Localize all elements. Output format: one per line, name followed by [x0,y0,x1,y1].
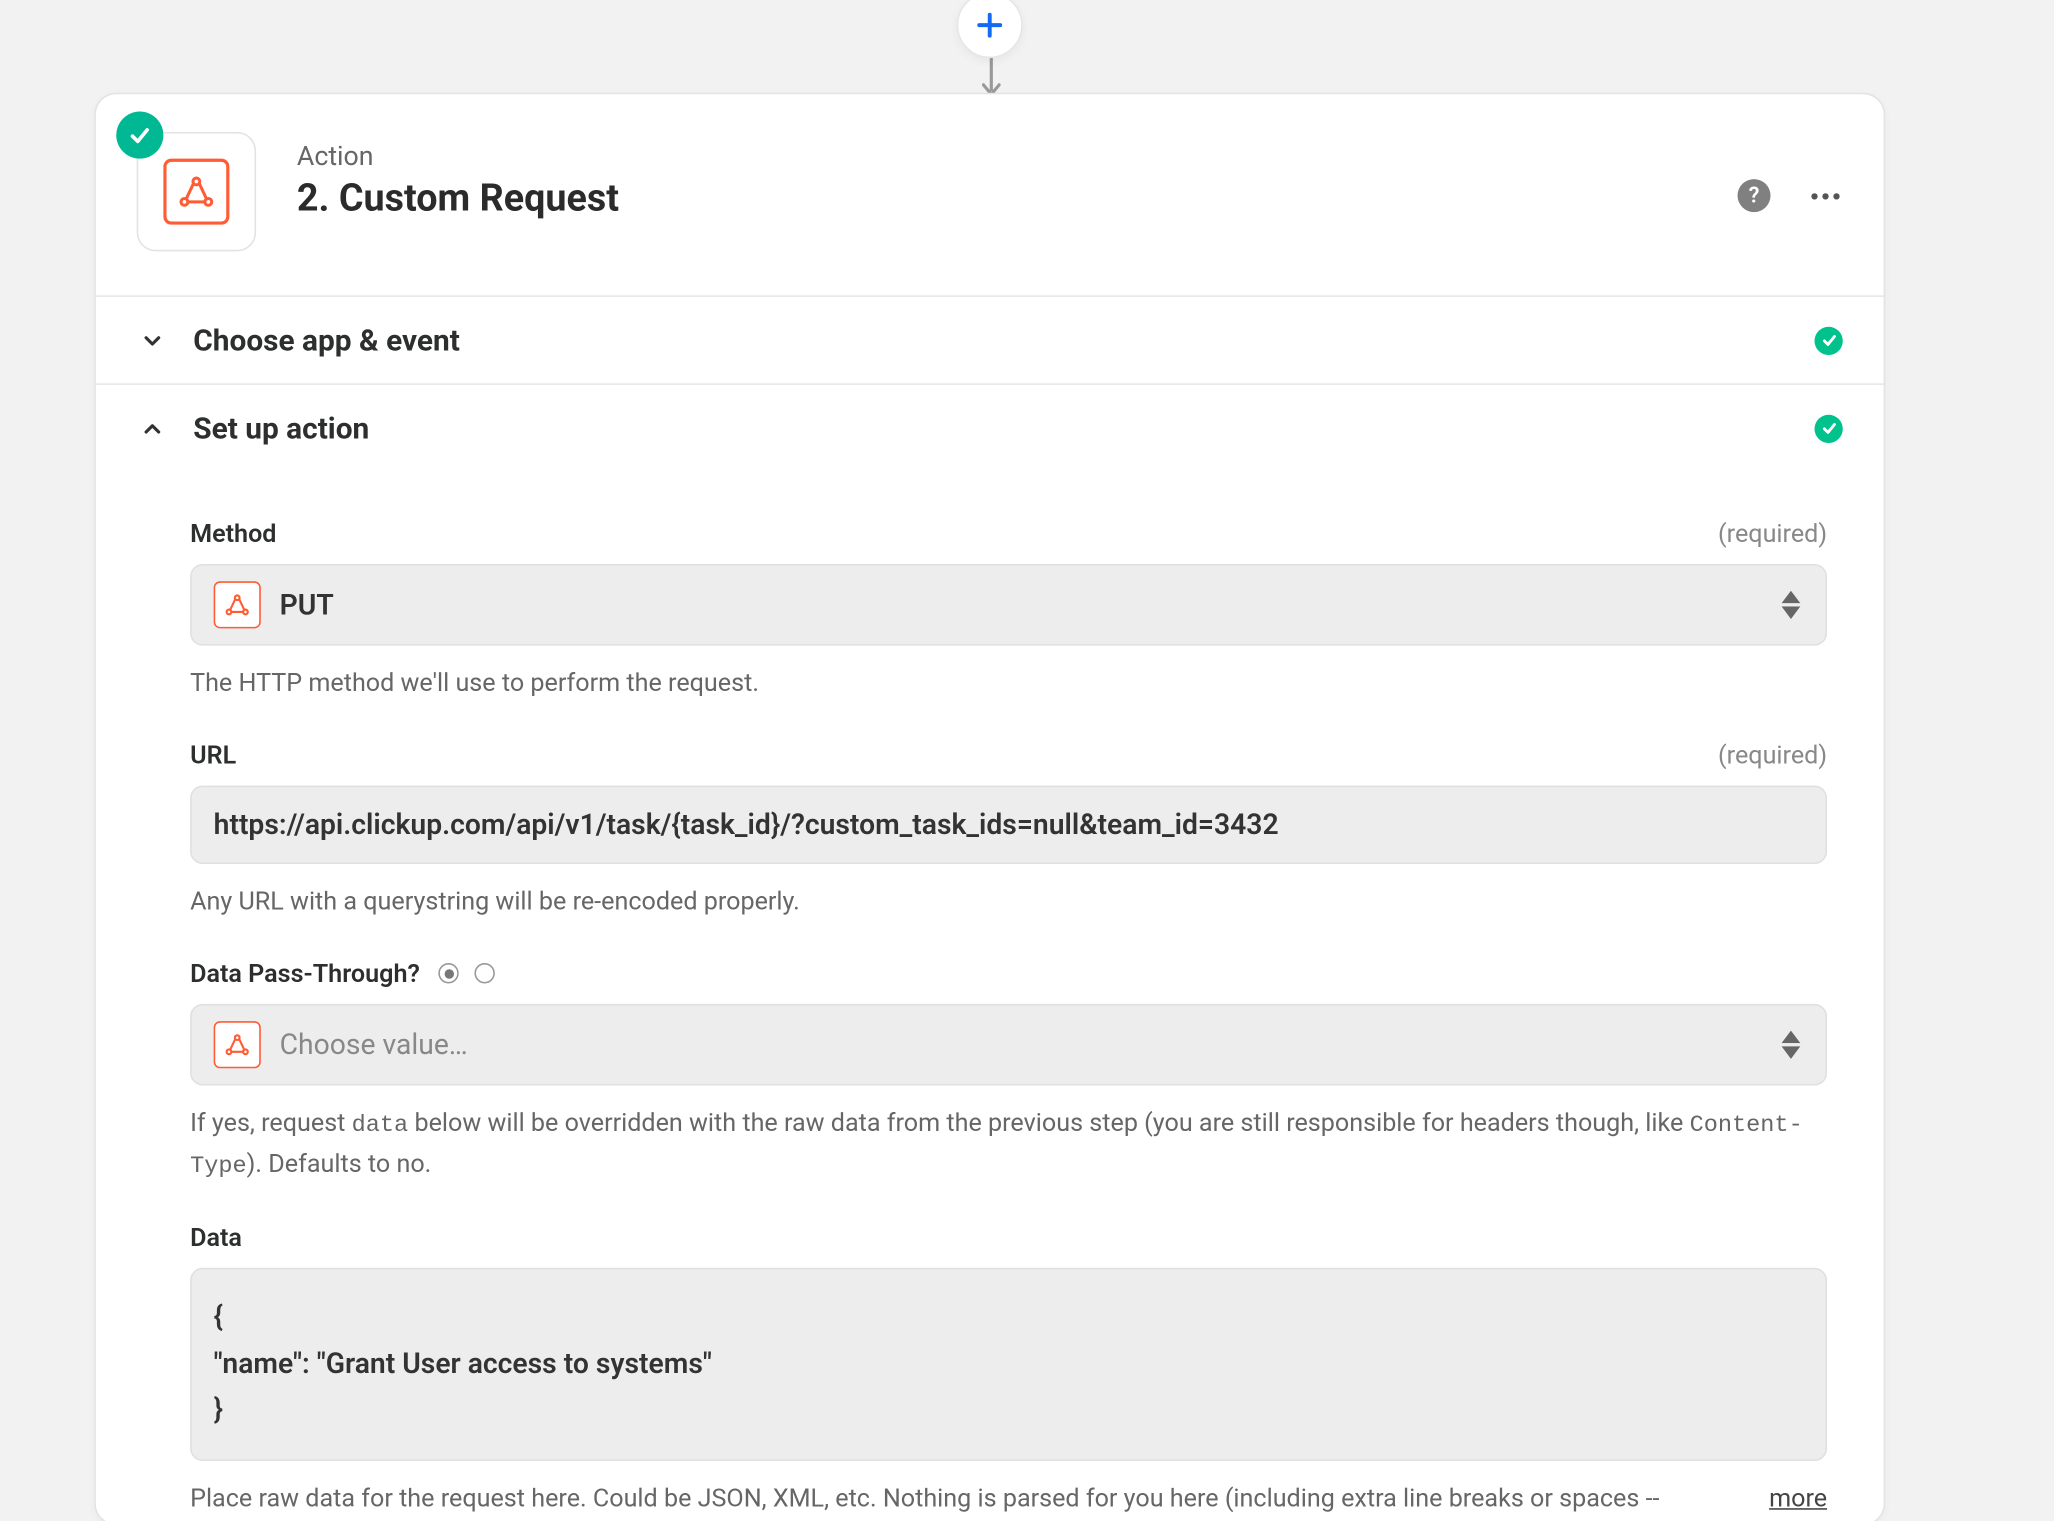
more-link[interactable]: more [1769,1480,1827,1518]
method-helper: The HTTP method we'll use to perform the… [190,665,1827,703]
url-helper: Any URL with a querystring will be re-en… [190,883,1827,921]
passthrough-helper: If yes, request data below will be overr… [190,1104,1827,1184]
passthrough-label: Data Pass-Through? [190,958,495,988]
choose-app-event-section-header[interactable]: Choose app & event [96,297,1884,385]
select-sort-icon [1782,591,1801,619]
step-subtitle: Action [297,141,619,172]
step-title: 2. Custom Request [297,176,619,220]
select-sort-icon [1782,1031,1801,1059]
plus-icon [974,9,1005,40]
data-line: { [214,1295,1804,1342]
url-label: URL [190,740,236,770]
chevron-down-icon [137,324,168,355]
url-input[interactable]: https://api.clickup.com/api/v1/task/{tas… [190,786,1827,865]
setup-action-body: Method (required) PUT [96,518,1884,1521]
webhook-icon [214,1021,261,1068]
url-value: https://api.clickup.com/api/v1/task/{tas… [214,808,1279,841]
required-tag: (required) [1718,740,1827,770]
app-icon [137,132,256,251]
passthrough-field-group: Data Pass-Through? Choose v [190,958,1827,1184]
section-complete-badge [1815,414,1843,442]
method-value: PUT [280,588,334,621]
data-label: Data [190,1222,242,1252]
data-line: "name": "Grant User access to systems" [214,1341,1804,1388]
webhook-icon [176,171,217,212]
data-line: } [214,1388,1804,1435]
data-field-group: Data { "name": "Grant User access to sys… [190,1222,1827,1517]
section-title: Set up action [193,410,369,446]
required-tag: (required) [1718,518,1827,548]
radio-option[interactable] [475,963,495,983]
url-field-group: URL (required) https://api.clickup.com/a… [190,740,1827,921]
help-button[interactable]: ? [1738,179,1771,212]
data-textarea[interactable]: { "name": "Grant User access to systems"… [190,1268,1827,1461]
section-title: Choose app & event [193,322,460,358]
passthrough-placeholder: Choose value… [280,1028,468,1061]
setup-action-section-header[interactable]: Set up action [96,385,1884,471]
more-menu-button[interactable] [1811,192,1846,198]
data-helper: Place raw data for the request here. Cou… [190,1480,1659,1518]
passthrough-select[interactable]: Choose value… [190,1004,1827,1086]
section-complete-badge [1815,326,1843,354]
card-header: Action 2. Custom Request ? [96,94,1884,297]
passthrough-radio-group[interactable] [439,963,496,983]
radio-option-selected[interactable] [439,963,459,983]
chevron-up-icon [137,412,168,443]
method-field-group: Method (required) PUT [190,518,1827,702]
check-icon [127,123,152,148]
method-select[interactable]: PUT [190,564,1827,646]
method-label: Method [190,518,276,548]
status-complete-badge [116,112,163,159]
action-step-card: Action 2. Custom Request ? Choose app & … [94,93,1885,1521]
add-step-button[interactable] [957,0,1023,58]
webhook-icon [214,581,261,628]
